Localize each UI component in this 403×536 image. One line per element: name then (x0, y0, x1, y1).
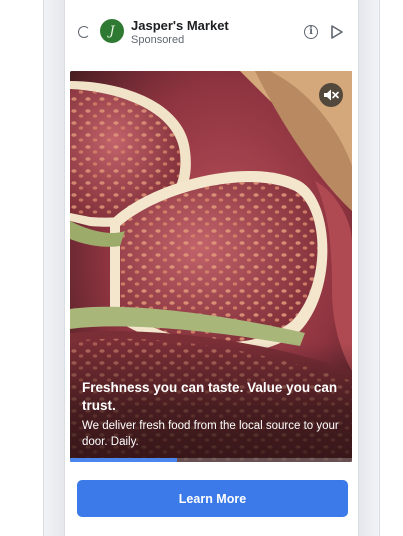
avatar-glyph: J (109, 23, 115, 39)
ad-headline: Freshness you can taste. Value you can t… (82, 380, 338, 413)
device-frame-left (43, 0, 65, 536)
advertiser-avatar[interactable]: J (100, 19, 124, 43)
mute-button[interactable] (319, 83, 343, 107)
ad-video[interactable]: Freshness you can taste. Value you can t… (70, 71, 352, 462)
ad-description: We deliver fresh food from the local sou… (82, 420, 339, 448)
ad-card: J Jasper's Market Sponsored i Freshness … (65, 0, 358, 536)
info-icon[interactable]: i (304, 25, 318, 39)
ad-header: J Jasper's Market Sponsored i (65, 0, 358, 60)
sponsored-label: Sponsored (131, 34, 185, 46)
video-progress-track[interactable] (70, 458, 352, 462)
play-arrow-icon[interactable] (330, 24, 344, 40)
speaker-muted-icon (324, 89, 339, 101)
spinner-icon (78, 26, 90, 38)
advertiser-name[interactable]: Jasper's Market (131, 18, 229, 33)
learn-more-button[interactable]: Learn More (77, 480, 348, 517)
video-progress-fill (70, 458, 178, 462)
device-frame-right (358, 0, 380, 536)
